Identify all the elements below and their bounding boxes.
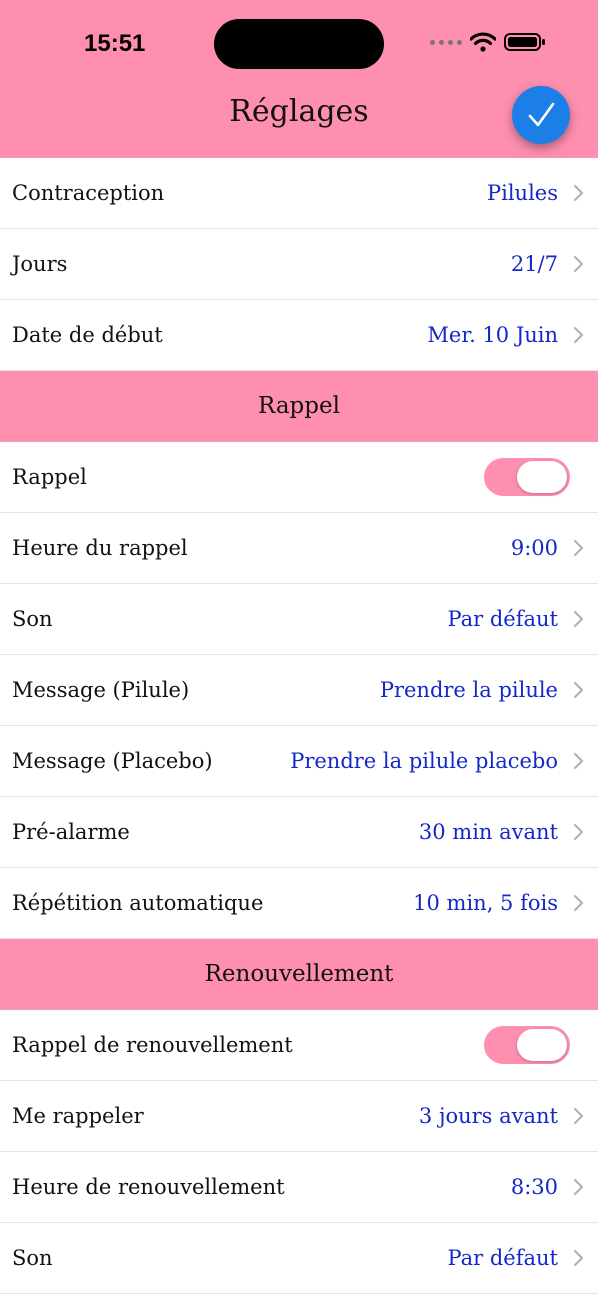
settings-row-heure-de-renouvellement[interactable]: Heure de renouvellement 8:30 [0, 1152, 598, 1223]
chevron-right-icon [573, 610, 584, 628]
chevron-right-icon [573, 255, 584, 273]
reminder-settings-group: Rappel Rappel Heure du rappel 9:00 Son Par dé… [0, 371, 598, 939]
row-value-group: 10 min, 5 fois [413, 891, 586, 915]
toggle-knob [517, 461, 567, 493]
chevron-right-icon [573, 539, 584, 557]
renewal-settings-group: Renouvellement Rappel de renouvellement Me… [0, 939, 598, 1294]
row-label: Rappel de renouvellement [12, 1033, 293, 1057]
row-value-group: Pilules [487, 181, 586, 205]
row-value: 8:30 [510, 1175, 558, 1199]
section-header-reminder: Rappel [0, 371, 598, 442]
row-label: Heure du rappel [12, 536, 188, 560]
row-value: 30 min avant [418, 820, 558, 844]
page-title: Réglages [229, 94, 369, 129]
settings-row-message-pilule[interactable]: Message (Pilule) Prendre la pilule [0, 655, 598, 726]
settings-row-me-rappeler[interactable]: Me rappeler 3 jours avant [0, 1081, 598, 1152]
row-value: Par défaut [447, 607, 558, 631]
wifi-icon [470, 32, 496, 52]
rappel-de-renouvellement-toggle[interactable] [484, 1026, 570, 1064]
row-value-group: 3 jours avant [419, 1104, 586, 1128]
navigation-header: 15:51 Réglages [0, 0, 598, 158]
settings-row-son[interactable]: Son Par défaut [0, 584, 598, 655]
row-value: 3 jours avant [418, 1104, 558, 1128]
row-label: Pré-alarme [12, 820, 130, 844]
toggle-knob [517, 1029, 567, 1061]
row-label: Date de début [12, 323, 163, 347]
row-label: Répétition automatique [12, 891, 264, 915]
settings-row-son[interactable]: Son Par défaut [0, 1223, 598, 1294]
status-icons [430, 32, 546, 52]
row-value: 9:00 [510, 536, 558, 560]
settings-row-heure-du-rappel[interactable]: Heure du rappel 9:00 [0, 513, 598, 584]
done-button[interactable] [512, 86, 570, 144]
row-label: Message (Placebo) [12, 749, 213, 773]
section-title: Rappel [258, 393, 340, 419]
signal-icon [430, 39, 462, 45]
settings-row-contraception[interactable]: Contraception Pilules [0, 158, 598, 229]
settings-row-rappel-de-renouvellement: Rappel de renouvellement [0, 1010, 598, 1081]
row-label: Rappel [12, 465, 87, 489]
row-label: Message (Pilule) [12, 678, 190, 702]
dynamic-island [214, 19, 384, 69]
rappel-toggle[interactable] [484, 458, 570, 496]
row-value-group: 8:30 [511, 1175, 586, 1199]
row-value-group: 30 min avant [419, 820, 586, 844]
row-value: Mer. 10 Juin [427, 323, 558, 347]
row-value: Par défaut [447, 1246, 558, 1270]
row-value-group: Par défaut [447, 1246, 586, 1270]
settings-row-repetition-automatique[interactable]: Répétition automatique 10 min, 5 fois [0, 868, 598, 939]
row-label: Contraception [12, 181, 165, 205]
section-title: Renouvellement [204, 961, 394, 987]
row-label: Heure de renouvellement [12, 1175, 285, 1199]
settings-row-rappel: Rappel [0, 442, 598, 513]
row-value: 21/7 [510, 252, 558, 276]
row-value-group: 9:00 [511, 536, 586, 560]
chevron-right-icon [573, 326, 584, 344]
row-value-group: Prendre la pilule [380, 678, 586, 702]
row-value-group: Mer. 10 Juin [427, 323, 586, 347]
chevron-right-icon [573, 184, 584, 202]
checkmark-icon [528, 102, 555, 127]
settings-row-jours[interactable]: Jours 21/7 [0, 229, 598, 300]
chevron-right-icon [573, 894, 584, 912]
settings-row-message-placebo[interactable]: Message (Placebo) Prendre la pilule place… [0, 726, 598, 797]
settings-row-date-de-debut[interactable]: Date de début Mer. 10 Juin [0, 300, 598, 371]
row-value-group: Prendre la pilule placebo [290, 749, 586, 773]
row-value: Prendre la pilule [379, 678, 558, 702]
status-bar: 15:51 [0, 0, 598, 88]
row-value: 10 min, 5 fois [413, 891, 558, 915]
row-value: Prendre la pilule placebo [290, 749, 558, 773]
battery-icon [504, 33, 545, 51]
row-value: Pilules [486, 181, 558, 205]
chevron-right-icon [573, 681, 584, 699]
row-label: Son [12, 607, 53, 631]
row-label: Me rappeler [12, 1104, 144, 1128]
chevron-right-icon [573, 1249, 584, 1267]
row-label: Son [12, 1246, 53, 1270]
chevron-right-icon [573, 752, 584, 770]
settings-row-pre-alarme[interactable]: Pré-alarme 30 min avant [0, 797, 598, 868]
row-value-group: 21/7 [511, 252, 586, 276]
row-value-group: Par défaut [447, 607, 586, 631]
general-settings-group: Contraception Pilules Jours 21/7 Date de déb… [0, 158, 598, 371]
row-label: Jours [12, 252, 68, 276]
section-header-renewal: Renouvellement [0, 939, 598, 1010]
chevron-right-icon [573, 1107, 584, 1125]
chevron-right-icon [573, 1178, 584, 1196]
chevron-right-icon [573, 823, 584, 841]
status-time: 15:51 [84, 30, 146, 57]
